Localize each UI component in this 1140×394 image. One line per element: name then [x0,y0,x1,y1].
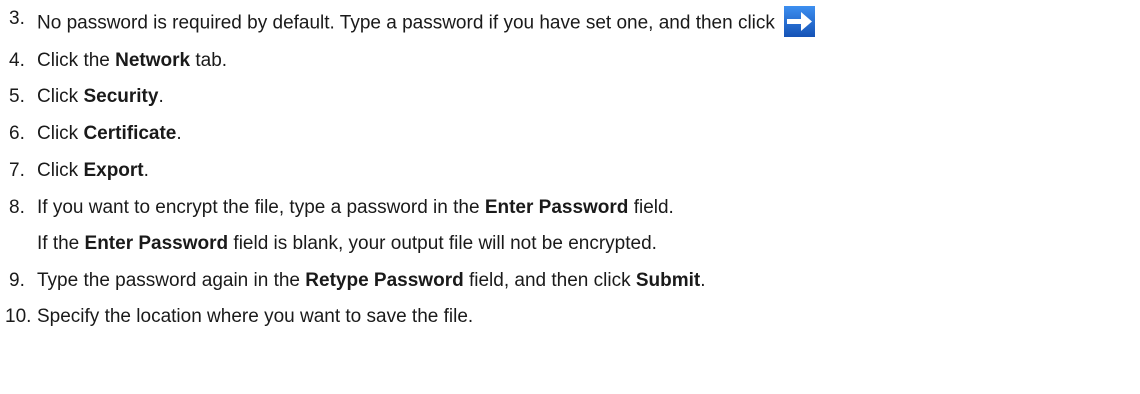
step-text-part: Specify the location where you want to s… [37,306,474,327]
step-text: Click Security. [37,86,164,108]
ui-term-enter-password: Enter Password [484,197,629,218]
step-number: 6. [9,123,25,144]
step-number: 5. [9,86,25,107]
step-text: If you want to encrypt the file, type a … [37,197,674,219]
step-number: 9. [9,270,25,291]
step-text-part: . [700,270,706,291]
step-text-part: . [158,86,164,107]
step-text-part: . [176,123,182,144]
ui-term-export: Export [83,160,144,181]
arrow-right-icon [784,6,816,37]
step-text: Type the password again in the Retype Pa… [37,270,706,292]
step-text: Click Export. [37,160,149,182]
step-text-part: If the [37,233,85,254]
step-text-part: If you want to encrypt the file, type a … [37,197,485,218]
step-number: 3. [9,8,25,29]
step-text-part: field, and then click [463,270,636,291]
step-number: 7. [9,160,25,181]
ui-term-security: Security [83,86,159,107]
step-text: Specify the location where you want to s… [37,306,473,328]
step-text: Click the Network tab. [37,50,227,72]
ui-term-network: Network [115,50,191,71]
ui-term-certificate: Certificate [83,123,177,144]
ui-term-submit: Submit [635,270,701,291]
step-number: 8. [9,197,25,218]
step-text-part: Click the [37,50,116,71]
step-text-part: tab. [190,50,228,71]
step-text-part: Click [37,123,84,144]
step-text-part: Type the password again in the [37,270,306,291]
step-text-part: field. [628,197,674,218]
step-8-note: If the Enter Password field is blank, yo… [37,233,657,255]
ui-term-enter-password: Enter Password [84,233,229,254]
step-number: 10. [5,306,32,327]
step-text-part: . [143,160,149,181]
step-text: Click Certificate. [37,123,182,145]
step-number: 4. [9,50,25,71]
step-text-part: field is blank, your output file will no… [228,233,657,254]
ui-term-retype-password: Retype Password [305,270,464,291]
step-text: No password is required by default. Type… [37,6,816,39]
step-text-part: No password is required by default. Type… [37,12,781,34]
step-text-part: Click [37,160,84,181]
step-text-part: Click [37,86,84,107]
instruction-steps: 3. No password is required by default. T… [0,0,1140,394]
